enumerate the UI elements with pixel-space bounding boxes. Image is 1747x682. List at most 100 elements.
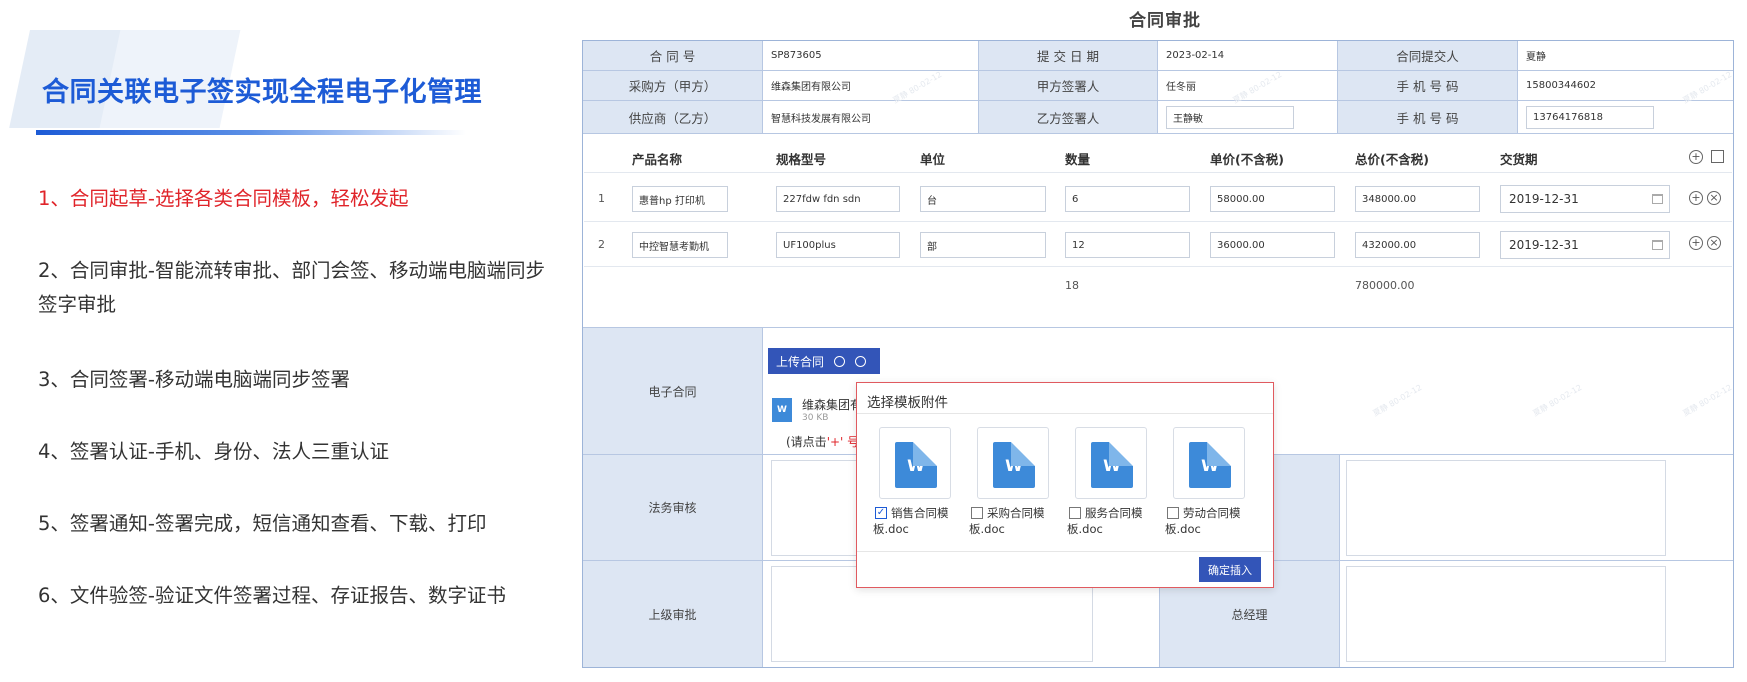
hint-text: (请点击 [786,435,827,449]
template-dialog: 选择模板附件 W W W W ✓ 销售合同模板.doc 采购合同模板.doc 服… [856,382,1274,588]
word-doc-icon: W [895,442,937,488]
supplier-label: 供应商（乙方） [583,101,763,134]
template-card[interactable]: W [879,427,951,499]
column-header: 单价(不含税) [1210,152,1284,167]
word-file-icon: W [772,398,792,422]
template-card[interactable]: W [1075,427,1147,499]
plus-circle-icon[interactable]: + [1689,150,1703,164]
template-card[interactable]: W [977,427,1049,499]
column-header: 数量 [1065,152,1091,167]
calendar-icon [1652,240,1663,250]
upload-contract-button[interactable]: 上传合同 [768,348,880,374]
dialog-title: 选择模板附件 [867,395,948,411]
column-header: 总价(不含税) [1355,152,1429,167]
doc-letter: W [1201,456,1219,475]
total-amount: 780000.00 [1355,279,1415,292]
location-icon [834,355,846,367]
submit-date-value: 2023-02-14 [1158,41,1338,71]
product-name-input[interactable]: 中控智慧考勤机 [632,232,728,258]
submitter-label: 合同提交人 [1338,41,1518,71]
confirm-insert-button[interactable]: 确定插入 [1199,557,1261,582]
feature-item: 1、合同起草-选择各类合同模板，轻松发起 [38,187,409,210]
divider [584,266,1732,267]
word-doc-icon: W [993,442,1035,488]
quantity-input[interactable]: 12 [1065,232,1190,258]
feature-item: 5、签署通知-签署完成，短信通知查看、下载、打印 [38,512,487,535]
model-input[interactable]: 227fdw fdn sdn [776,186,900,212]
unit-price-input[interactable]: 36000.00 [1210,232,1335,258]
unit-input[interactable]: 台 [920,186,1046,212]
buyer-label: 采购方（甲方） [583,71,763,101]
export-icon[interactable] [1711,150,1724,163]
feature-item: 6、文件验签-验证文件签署过程、存证报告、数字证书 [38,584,506,607]
party-b-signer-input[interactable]: 王静敏 [1166,106,1294,129]
template-label: 采购合同模板.doc [969,506,1045,536]
party-a-signer-label: 甲方签署人 [979,71,1158,101]
party-b-signer-label: 乙方签署人 [979,101,1158,134]
divider [857,551,1273,552]
page-title: 合同关联电子签实现全程电子化管理 [42,77,482,108]
column-header: 交货期 [1500,152,1538,167]
delivery-date-picker[interactable]: 2019-12-31 [1500,185,1670,213]
screen: 合同关联电子签实现全程电子化管理 1、合同起草-选择各类合同模板，轻松发起 2、… [0,0,1747,682]
plus-circle-icon[interactable]: + [1689,236,1703,250]
e-contract-label: 电子合同 [583,327,763,454]
upload-label: 上传合同 [776,354,825,369]
quantity-input[interactable]: 6 [1065,186,1190,212]
unit-input[interactable]: 部 [920,232,1046,258]
legal-review-label: 法务审核 [583,454,763,560]
unit-price-input[interactable]: 58000.00 [1210,186,1335,212]
plus-circle-icon[interactable]: + [1689,191,1703,205]
template-card[interactable]: W [1173,427,1245,499]
feature-item: 2、合同审批-智能流转审批、部门会签、移动端电脑端同步签字审批 [38,259,545,316]
close-circle-icon[interactable]: × [1707,191,1721,205]
supplier-value: 智慧科技发展有限公司 [763,101,979,134]
file-name[interactable]: 维森集团有 [802,396,862,413]
delivery-date-value: 2019-12-31 [1509,238,1579,252]
submit-date-label: 提 交 日 期 [979,41,1158,71]
doc-letter: W [907,456,925,475]
upload-hint: (请点击'+' 号 [786,433,859,450]
hint-plus: '+' 号 [826,435,860,449]
contract-no-value: SP873605 [763,41,979,71]
column-header: 产品名称 [632,152,683,167]
general-manager-textbox[interactable] [1346,566,1666,662]
doc-letter: W [1103,456,1121,475]
template-label: 劳动合同模板.doc [1165,506,1241,536]
title-underline [36,130,466,135]
word-doc-icon: W [1189,442,1231,488]
model-input[interactable]: UF100plus [776,232,900,258]
delivery-date-value: 2019-12-31 [1509,192,1579,206]
file-size: 30 KB [802,413,829,423]
divider [857,413,1273,414]
total-price-input[interactable]: 432000.00 [1355,232,1480,258]
phone-input[interactable]: 13764176818 [1526,106,1654,129]
row-number: 2 [598,238,605,251]
close-circle-icon[interactable]: × [1707,236,1721,250]
column-header: 单位 [920,152,946,167]
review-textbox[interactable] [1346,460,1666,556]
submitter-value: 夏静 [1518,41,1733,71]
form-title: 合同审批 [1129,11,1201,31]
add-circle-icon [855,355,867,367]
superior-approval-label: 上级审批 [583,560,763,667]
divider [584,221,1732,222]
template-label: 服务合同模板.doc [1067,506,1143,536]
calendar-icon [1652,194,1663,204]
phone-label: 手 机 号 码 [1338,71,1518,101]
feature-item: 3、合同签署-移动端电脑端同步签署 [38,368,350,391]
row-number: 1 [598,192,605,205]
contract-no-label: 合 同 号 [583,41,763,71]
total-quantity: 18 [1065,279,1079,292]
feature-item: 4、签署认证-手机、身份、法人三重认证 [38,440,389,463]
total-price-input[interactable]: 348000.00 [1355,186,1480,212]
product-name-input[interactable]: 惠普hp 打印机 [632,186,728,212]
delivery-date-picker[interactable]: 2019-12-31 [1500,231,1670,259]
doc-letter: W [1005,456,1023,475]
template-label: 销售合同模板.doc [873,506,949,536]
divider [584,172,1732,173]
buyer-value: 维森集团有限公司 [763,71,979,101]
column-header: 规格型号 [776,152,827,167]
word-doc-icon: W [1091,442,1133,488]
phone-label: 手 机 号 码 [1338,101,1518,134]
